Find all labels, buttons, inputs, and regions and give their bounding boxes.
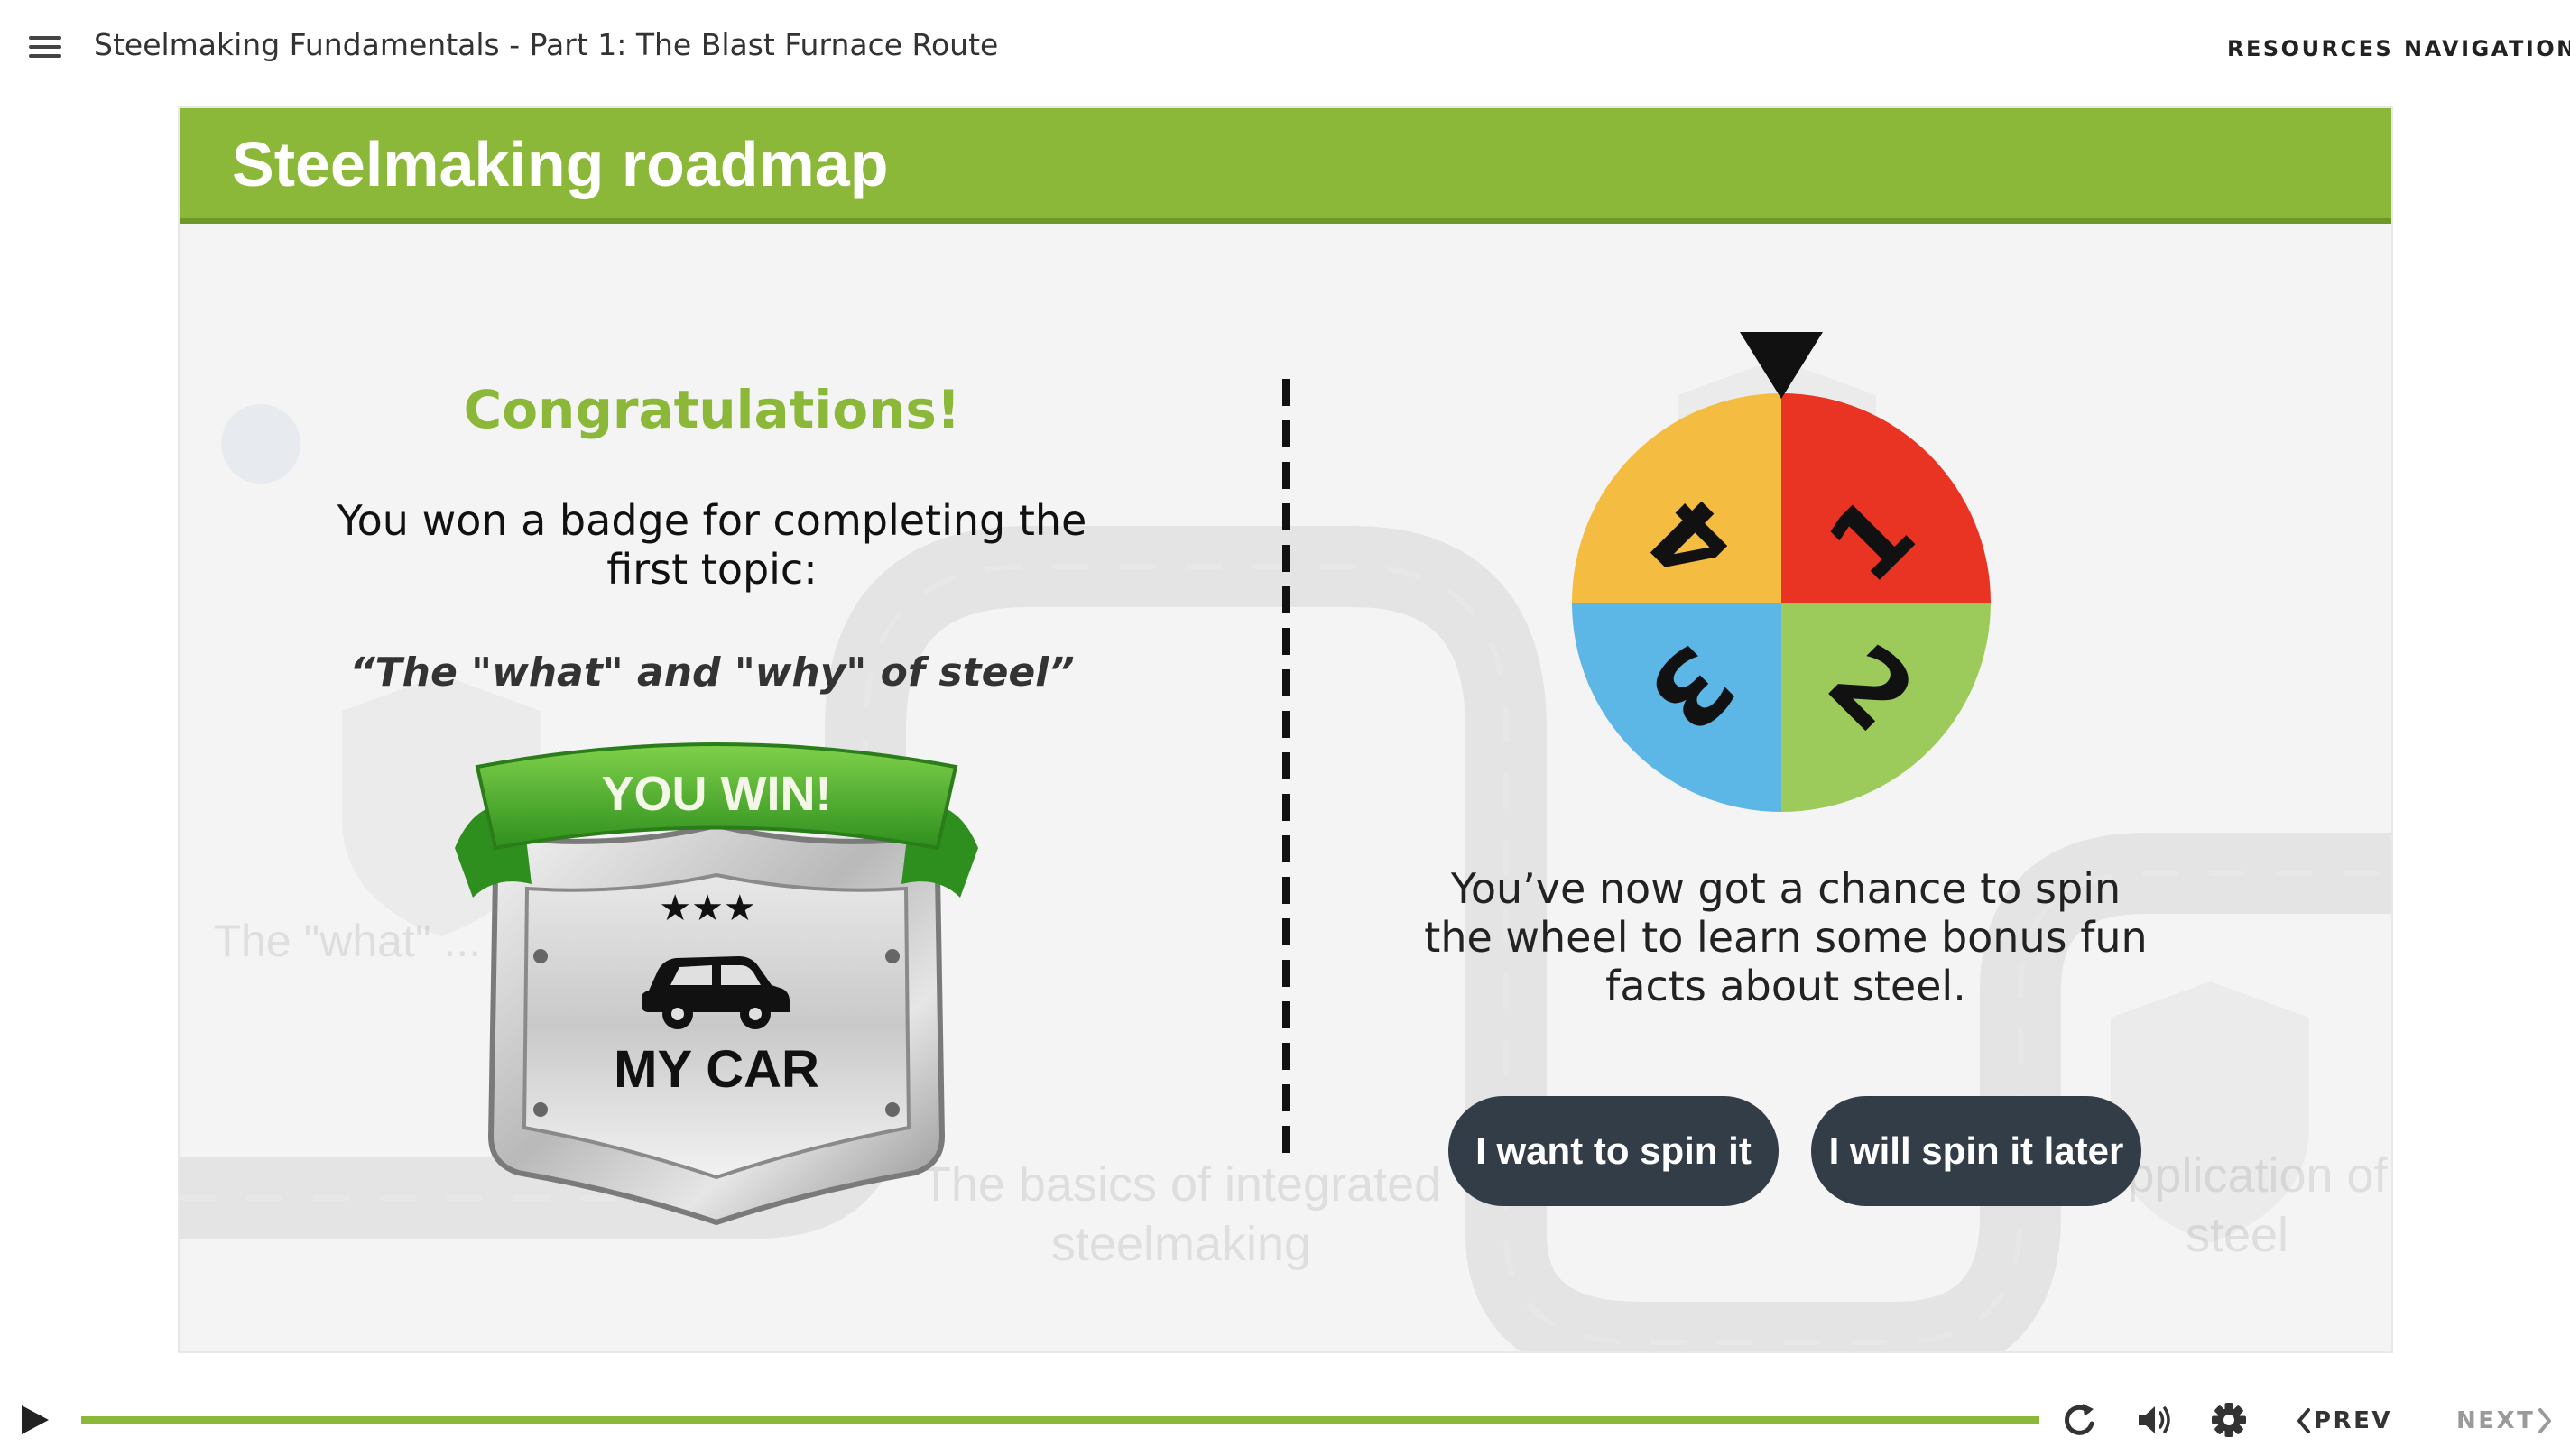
prev-button[interactable]: PREV <box>2292 1400 2392 1442</box>
spin-later-button[interactable]: I will spin it later <box>1811 1096 2141 1206</box>
next-button[interactable]: NEXT <box>2456 1400 2556 1442</box>
slide-title: Steelmaking roadmap <box>232 129 889 199</box>
prev-label: PREV <box>2314 1407 2392 1434</box>
spin-now-button[interactable]: I want to spin it <box>1448 1096 1779 1206</box>
badge-ribbon-text: YOU WIN! <box>602 767 832 821</box>
top-bar: Steelmaking Fundamentals - Part 1: The B… <box>0 0 2570 97</box>
navigation-link[interactable]: NAVIGATION <box>2404 36 2570 61</box>
badge-stars: ★★★ <box>659 888 756 929</box>
chevron-right-icon <box>2538 1408 2552 1433</box>
next-label: NEXT <box>2456 1407 2536 1434</box>
volume-icon[interactable] <box>2131 1396 2178 1443</box>
badge-image: YOU WIN! ★★★ MY CAR <box>455 742 978 1226</box>
progress-bar[interactable] <box>81 1416 2039 1424</box>
slide-header: Steelmaking roadmap <box>180 108 2391 224</box>
resources-link[interactable]: RESOURCES <box>2227 36 2393 61</box>
spin-wheel[interactable]: 1234 <box>1560 323 2002 837</box>
menu-icon[interactable] <box>22 31 69 67</box>
wheel-pointer-icon <box>1740 332 1823 399</box>
won-badge-text: You won a badge for completing the first… <box>337 496 1087 594</box>
congrats-heading: Congratulations! <box>463 379 961 440</box>
badge-label: MY CAR <box>614 1040 819 1099</box>
settings-icon[interactable] <box>2205 1396 2252 1443</box>
replay-icon[interactable] <box>2056 1396 2103 1443</box>
slide: Steelmaking roadmap The "what" ... of st… <box>178 106 2393 1353</box>
course-title: Steelmaking Fundamentals - Part 1: The B… <box>94 27 999 62</box>
column-divider <box>1282 379 1290 1164</box>
chevron-left-icon <box>2297 1408 2310 1433</box>
player-controls: PREV NEXT <box>0 1380 2570 1456</box>
play-icon[interactable] <box>13 1398 56 1442</box>
topic-name: “The "what" and "why" of steel” <box>349 650 1075 696</box>
progress-fill <box>81 1416 2039 1424</box>
spin-text: You’ve now got a chance to spin the whee… <box>1424 864 2148 1010</box>
